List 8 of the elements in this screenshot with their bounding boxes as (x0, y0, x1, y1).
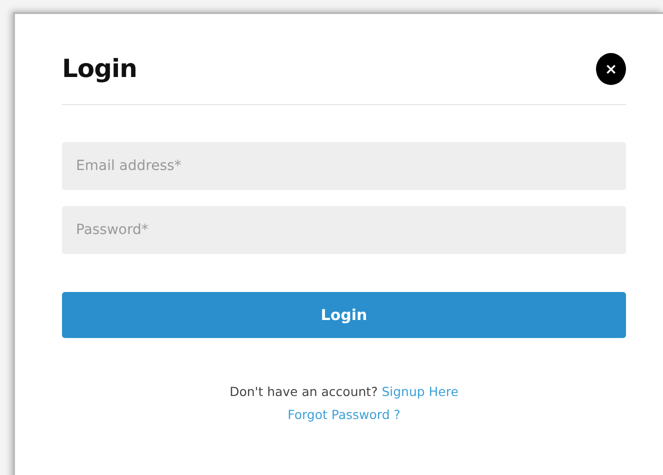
login-button[interactable]: Login (62, 292, 626, 338)
forgot-password-link[interactable]: Forgot Password ? (288, 406, 400, 422)
password-field[interactable]: Password* (62, 206, 626, 254)
email-field[interactable]: Email address* (62, 142, 626, 190)
signup-link[interactable]: Signup Here (382, 384, 458, 399)
close-button[interactable]: × (596, 53, 626, 85)
signup-prompt: Don't have an account? Signup Here (228, 383, 460, 401)
dialog-title: Login (62, 54, 137, 84)
